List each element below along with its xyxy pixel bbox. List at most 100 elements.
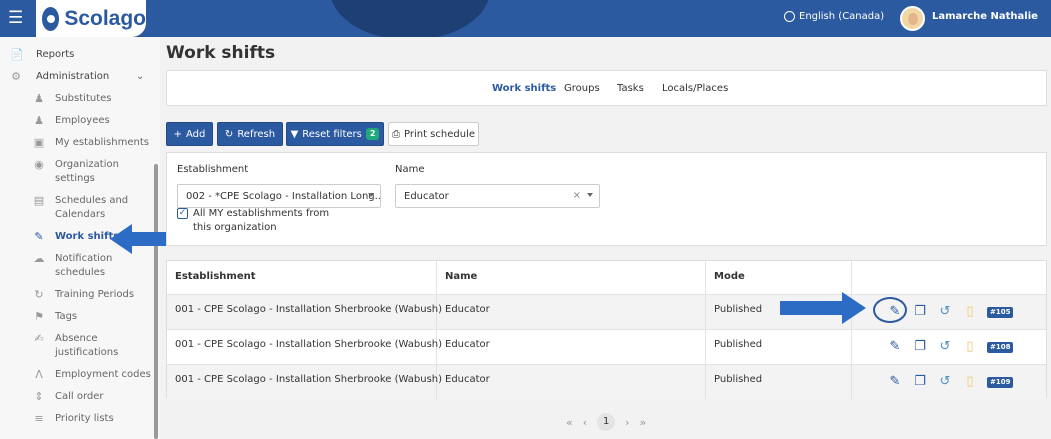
- list-icon: ≡: [34, 412, 44, 425]
- row-id-badge: #109: [987, 376, 1014, 388]
- sidebar-item-label: Notification schedules: [55, 253, 113, 278]
- print-schedule-button[interactable]: ⎙ Print schedule: [388, 122, 479, 146]
- name-select[interactable]: Educator ×: [395, 184, 600, 208]
- sidebar-item-training-periods[interactable]: ↻ Training Periods: [33, 288, 134, 302]
- chevron-down-icon: ⌄: [136, 71, 145, 82]
- sidebar-item-organization-settings[interactable]: ◉ Organization settings: [33, 158, 143, 186]
- sidebar-item-label: Call order: [55, 391, 104, 402]
- sidebar-item-label: Reports: [36, 49, 75, 60]
- sidebar-item-employees[interactable]: ♟ Employees: [33, 114, 110, 128]
- pencil-icon[interactable]: ✎: [887, 374, 903, 390]
- tab-work-shifts[interactable]: Work shifts: [492, 83, 556, 94]
- user-name[interactable]: Lamarche Nathalie: [932, 11, 1038, 22]
- first-page-icon[interactable]: «: [566, 416, 573, 429]
- sidebar-item-label: Administration: [36, 71, 110, 82]
- history-icon[interactable]: ↺: [937, 339, 953, 355]
- reset-count-badge: 2: [365, 128, 380, 140]
- sidebar-item-employment-codes[interactable]: Λ Employment codes: [33, 368, 151, 382]
- sidebar-item-label: Schedules and Calendars: [55, 195, 129, 220]
- pencil-icon[interactable]: ✎: [887, 339, 903, 355]
- previous-page-icon[interactable]: ‹: [583, 416, 587, 429]
- sidebar-item-substitutes[interactable]: ♟ Substitutes: [33, 92, 111, 106]
- row-id-badge: #108: [987, 341, 1014, 353]
- page-title: Work shifts: [166, 43, 276, 63]
- refresh-button[interactable]: ↻ Refresh: [217, 122, 283, 146]
- trash-icon[interactable]: ▯: [962, 339, 978, 355]
- cell-establishment: 001 - CPE Scolago - Installation Sherbro…: [167, 330, 442, 364]
- next-page-icon[interactable]: ›: [625, 416, 629, 429]
- row-actions: ✎ ❐ ↺ ▯ #108: [887, 339, 1014, 355]
- people-icon: ♟: [34, 114, 44, 127]
- app-name: Scolago: [64, 6, 146, 30]
- table-row[interactable]: 001 - CPE Scolago - Installation Sherbro…: [167, 329, 1046, 364]
- sidebar-item-schedules[interactable]: ▤ Schedules and Calendars: [33, 194, 148, 222]
- establishment-label: Establishment: [177, 164, 249, 175]
- cell-mode: Published: [706, 365, 852, 399]
- cell-establishment: 001 - CPE Scolago - Installation Sherbro…: [167, 295, 442, 329]
- tab-locals-places[interactable]: Locals/Places: [662, 83, 728, 94]
- header-decoration: [330, 0, 490, 37]
- language-selector[interactable]: English (Canada): [784, 11, 884, 22]
- sidebar-item-reports[interactable]: 📄 Reports: [10, 48, 74, 62]
- person-icon: ♟: [34, 92, 44, 105]
- print-button-label: Print schedule: [404, 128, 475, 140]
- sidebar-item-work-shifts[interactable]: ✎ Work shifts: [33, 230, 119, 244]
- column-header-establishment[interactable]: Establishment: [167, 261, 437, 294]
- sidebar-item-label: Employment codes: [55, 369, 151, 380]
- establishment-select[interactable]: 002 - *CPE Scolago - Installation Long..…: [177, 184, 381, 208]
- sidebar-item-absence-justifications[interactable]: ✍ Absence justifications: [33, 332, 148, 360]
- column-header-name[interactable]: Name: [437, 261, 706, 294]
- code-icon: Λ: [35, 368, 43, 381]
- sidebar-item-my-establishments[interactable]: ▣ My establishments: [33, 136, 149, 150]
- menu-icon[interactable]: ☰: [8, 9, 28, 27]
- cell-name: Educator: [437, 365, 706, 399]
- sidebar-item-priority-lists[interactable]: ≡ Priority lists: [33, 412, 113, 426]
- sidebar-item-label: Organization settings: [55, 159, 119, 184]
- trash-icon[interactable]: ▯: [962, 304, 978, 320]
- cell-name: Educator: [437, 330, 706, 364]
- sidebar-item-call-order[interactable]: ⇕ Call order: [33, 390, 104, 404]
- column-header-mode[interactable]: Mode: [706, 261, 852, 294]
- filter-icon: ▼: [290, 128, 299, 140]
- table-row[interactable]: 001 - CPE Scolago - Installation Sherbro…: [167, 364, 1046, 399]
- refresh-icon: ↻: [34, 288, 44, 301]
- sidebar-item-tags[interactable]: ⚑ Tags: [33, 310, 77, 324]
- file-icon: 📄: [10, 48, 24, 61]
- tab-groups[interactable]: Groups: [564, 83, 600, 94]
- sidebar-item-notification-schedules[interactable]: ☁ Notification schedules: [33, 252, 148, 280]
- top-bar: ☰ Scolago English (Canada) Lamarche Nath…: [0, 0, 1051, 37]
- tab-bar: Work shifts Groups Tasks Locals/Places: [166, 70, 1047, 106]
- annotation-arrow-right: [780, 292, 866, 324]
- chevron-down-icon: [587, 193, 593, 197]
- sidebar-item-label: Tags: [55, 311, 78, 322]
- table-row[interactable]: 001 - CPE Scolago - Installation Sherbro…: [167, 294, 1046, 329]
- work-shifts-table: Establishment Name Mode 001 - CPE Scolag…: [166, 260, 1047, 399]
- gear-icon: ⚙: [11, 70, 21, 83]
- name-label: Name: [395, 164, 425, 175]
- plus-icon: +: [173, 128, 182, 140]
- add-button[interactable]: + Add: [166, 122, 213, 146]
- copy-icon[interactable]: ❐: [912, 339, 928, 355]
- copy-icon[interactable]: ❐: [912, 374, 928, 390]
- cell-mode: Published: [706, 330, 852, 364]
- history-icon[interactable]: ↺: [937, 374, 953, 390]
- building-icon: ▣: [33, 136, 45, 149]
- copy-icon[interactable]: ❐: [912, 304, 928, 320]
- app-logo[interactable]: Scolago: [36, 0, 146, 37]
- add-button-label: Add: [186, 128, 206, 140]
- sidebar-item-label: Training Periods: [55, 289, 135, 300]
- sidebar-item-administration[interactable]: ⚙ Administration ⌄: [10, 70, 144, 84]
- language-label: English (Canada): [799, 11, 885, 22]
- current-page[interactable]: 1: [597, 413, 616, 431]
- tab-tasks[interactable]: Tasks: [617, 83, 644, 94]
- reset-filters-button[interactable]: ▼ Reset filters 2: [286, 122, 384, 146]
- all-establishments-label: All MY establishments from this organiza…: [193, 208, 330, 233]
- trash-icon[interactable]: ▯: [962, 374, 978, 390]
- history-icon[interactable]: ↺: [937, 304, 953, 320]
- sidebar-scrollbar[interactable]: [154, 164, 158, 439]
- clear-icon[interactable]: ×: [573, 190, 581, 201]
- all-establishments-checkbox[interactable]: ✓: [177, 208, 188, 219]
- avatar[interactable]: [900, 6, 925, 31]
- work-shift-icon: ✎: [34, 230, 44, 243]
- last-page-icon[interactable]: »: [640, 416, 647, 429]
